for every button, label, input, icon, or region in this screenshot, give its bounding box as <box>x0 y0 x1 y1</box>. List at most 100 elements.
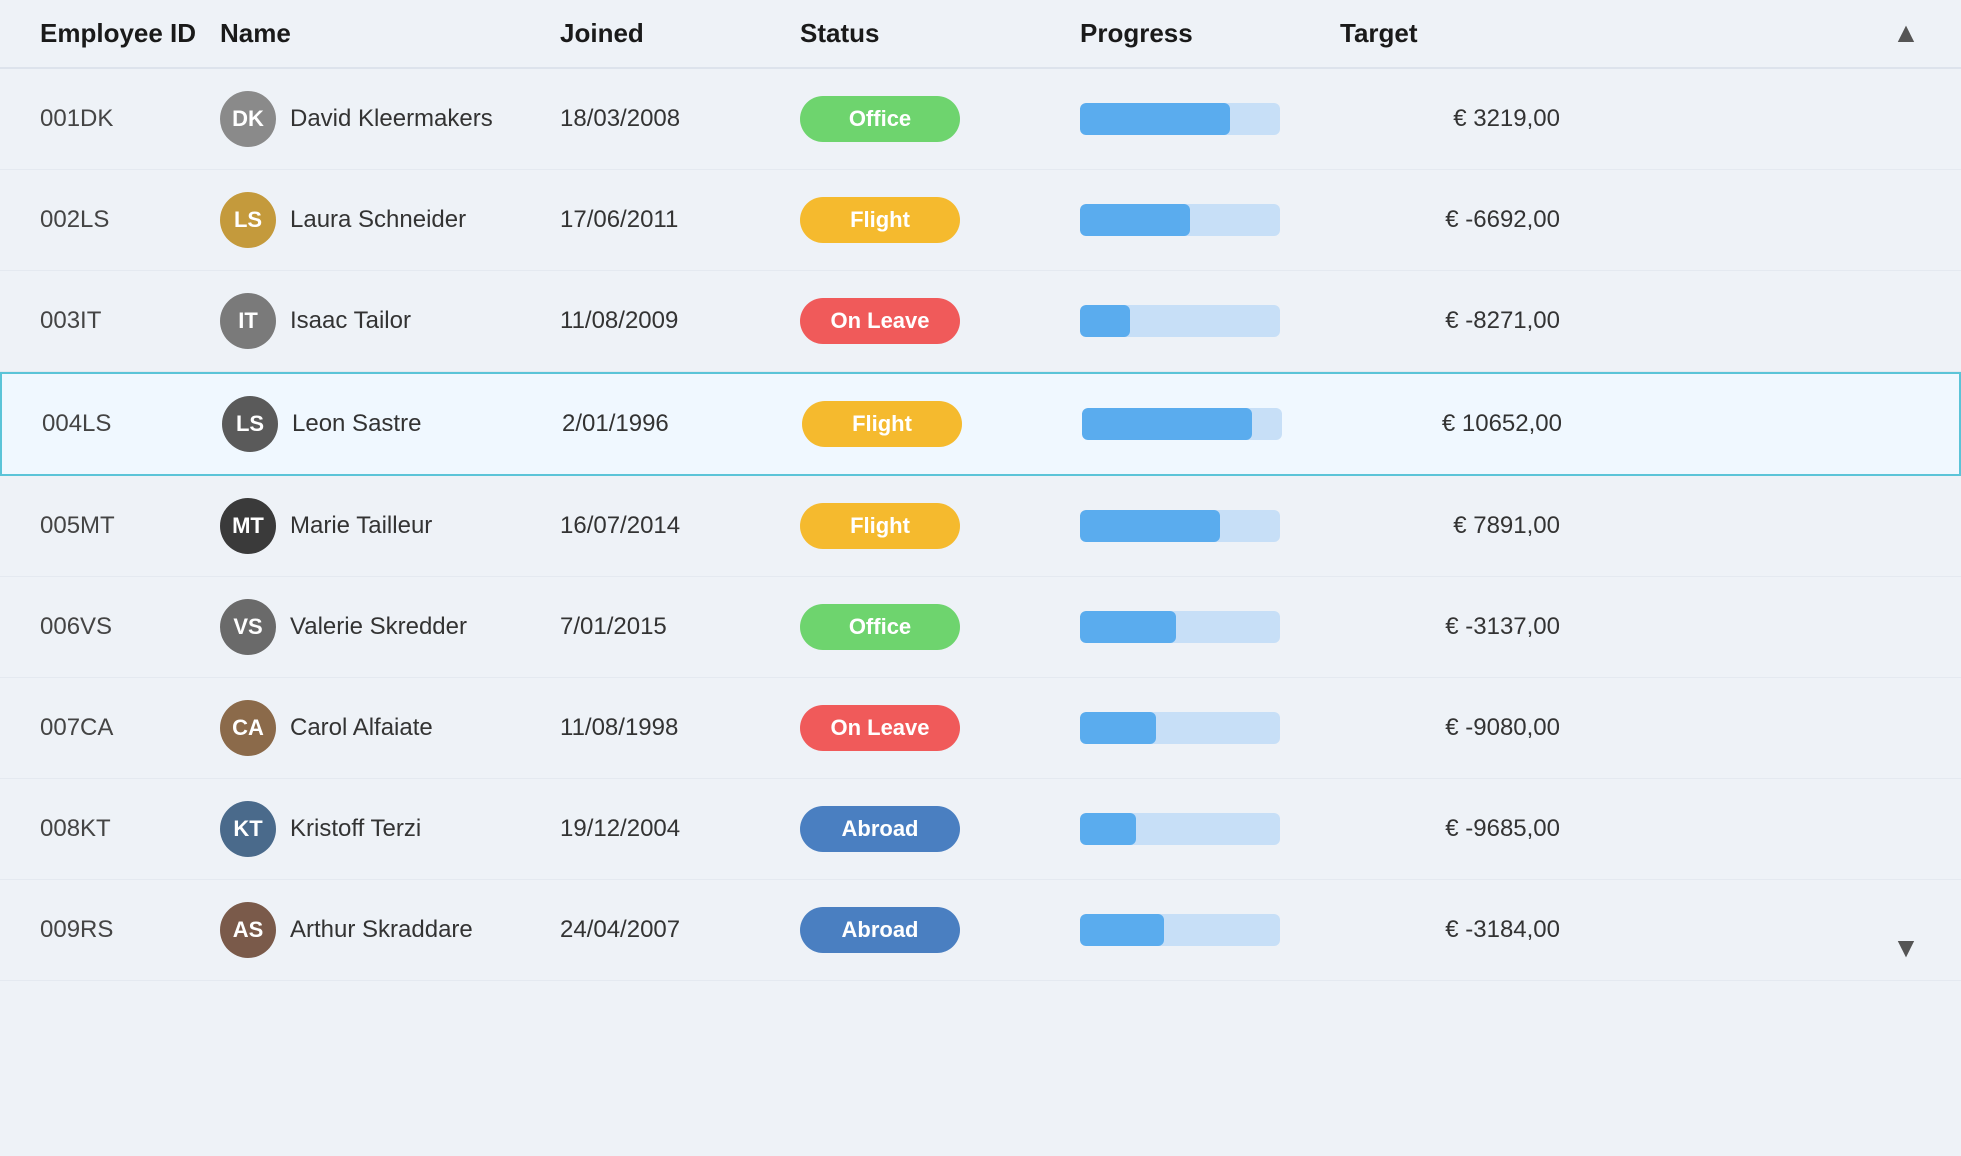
progress-bar-background <box>1080 712 1280 744</box>
progress-bar-fill <box>1080 204 1190 236</box>
progress-bar-background <box>1080 813 1280 845</box>
status-badge: Office <box>800 604 960 650</box>
employee-id: 007CA <box>40 714 220 742</box>
col-status: Status <box>800 18 1080 49</box>
progress-cell <box>1080 103 1340 135</box>
target-value: € 3219,00 <box>1340 105 1560 133</box>
progress-bar-fill <box>1080 611 1176 643</box>
status-cell: On Leave <box>800 298 1080 344</box>
target-value: € -8271,00 <box>1340 307 1560 335</box>
progress-cell <box>1080 611 1340 643</box>
joined-date: 24/04/2007 <box>560 916 800 944</box>
table-row[interactable]: 002LS LS Laura Schneider 17/06/2011 Flig… <box>0 170 1961 271</box>
employee-name: Carol Alfaiate <box>290 714 433 742</box>
table-row[interactable]: 004LS LS Leon Sastre 2/01/1996 Flight € … <box>0 372 1961 476</box>
col-name: Name <box>220 18 560 49</box>
employee-id: 003IT <box>40 307 220 335</box>
employee-id: 009RS <box>40 916 220 944</box>
avatar: AS <box>220 902 276 958</box>
status-cell: Office <box>800 604 1080 650</box>
joined-date: 2/01/1996 <box>562 410 802 438</box>
employee-name: Kristoff Terzi <box>290 815 421 843</box>
status-cell: Abroad <box>800 806 1080 852</box>
progress-bar-background <box>1080 204 1280 236</box>
status-badge: On Leave <box>800 298 960 344</box>
avatar: VS <box>220 599 276 655</box>
joined-date: 11/08/1998 <box>560 714 800 742</box>
joined-date: 7/01/2015 <box>560 613 800 641</box>
status-cell: Flight <box>802 401 1082 447</box>
employee-id: 006VS <box>40 613 220 641</box>
status-cell: On Leave <box>800 705 1080 751</box>
progress-bar-fill <box>1080 510 1220 542</box>
avatar: KT <box>220 801 276 857</box>
joined-date: 17/06/2011 <box>560 206 800 234</box>
progress-bar-fill <box>1082 408 1252 440</box>
progress-cell <box>1080 712 1340 744</box>
name-cell: DK David Kleermakers <box>220 91 560 147</box>
status-cell: Flight <box>800 197 1080 243</box>
progress-cell <box>1080 204 1340 236</box>
status-badge: Office <box>800 96 960 142</box>
joined-date: 19/12/2004 <box>560 815 800 843</box>
status-badge: Flight <box>802 401 962 447</box>
progress-cell <box>1080 813 1340 845</box>
employee-id: 001DK <box>40 105 220 133</box>
scroll-up-button[interactable]: ▲ <box>1881 8 1931 58</box>
employee-id: 002LS <box>40 206 220 234</box>
name-cell: VS Valerie Skredder <box>220 599 560 655</box>
target-value: € 7891,00 <box>1340 512 1560 540</box>
status-cell: Flight <box>800 503 1080 549</box>
status-badge: Flight <box>800 503 960 549</box>
table-body: 001DK DK David Kleermakers 18/03/2008 Of… <box>0 69 1961 981</box>
employee-name: Arthur Skraddare <box>290 916 473 944</box>
table-row[interactable]: 007CA CA Carol Alfaiate 11/08/1998 On Le… <box>0 678 1961 779</box>
name-cell: KT Kristoff Terzi <box>220 801 560 857</box>
progress-cell <box>1082 408 1342 440</box>
avatar: DK <box>220 91 276 147</box>
status-badge: On Leave <box>800 705 960 751</box>
col-target: Target <box>1340 18 1560 49</box>
progress-bar-background <box>1080 103 1280 135</box>
table-row[interactable]: 005MT MT Marie Tailleur 16/07/2014 Fligh… <box>0 476 1961 577</box>
progress-bar-fill <box>1080 712 1156 744</box>
progress-cell <box>1080 305 1340 337</box>
scroll-down-button[interactable]: ▼ <box>1881 923 1931 973</box>
progress-bar-background <box>1080 914 1280 946</box>
employee-id: 008KT <box>40 815 220 843</box>
name-cell: LS Leon Sastre <box>222 396 562 452</box>
employee-id: 004LS <box>42 410 222 438</box>
employee-name: Laura Schneider <box>290 206 466 234</box>
table-row[interactable]: 006VS VS Valerie Skredder 7/01/2015 Offi… <box>0 577 1961 678</box>
employee-id: 005MT <box>40 512 220 540</box>
target-value: € -3137,00 <box>1340 613 1560 641</box>
target-value: € -9080,00 <box>1340 714 1560 742</box>
table-row[interactable]: 003IT IT Isaac Tailor 11/08/2009 On Leav… <box>0 271 1961 372</box>
joined-date: 18/03/2008 <box>560 105 800 133</box>
avatar: LS <box>220 192 276 248</box>
progress-bar-fill <box>1080 103 1230 135</box>
table-row[interactable]: 008KT KT Kristoff Terzi 19/12/2004 Abroa… <box>0 779 1961 880</box>
table-row[interactable]: 009RS AS Arthur Skraddare 24/04/2007 Abr… <box>0 880 1961 981</box>
progress-bar-fill <box>1080 914 1164 946</box>
col-joined: Joined <box>560 18 800 49</box>
name-cell: MT Marie Tailleur <box>220 498 560 554</box>
progress-bar-background <box>1080 510 1280 542</box>
table-header: Employee ID Name Joined Status Progress … <box>0 0 1961 69</box>
progress-bar-background <box>1080 305 1280 337</box>
table-row[interactable]: 001DK DK David Kleermakers 18/03/2008 Of… <box>0 69 1961 170</box>
name-cell: AS Arthur Skraddare <box>220 902 560 958</box>
progress-bar-fill <box>1080 305 1130 337</box>
target-value: € 10652,00 <box>1342 410 1562 438</box>
joined-date: 16/07/2014 <box>560 512 800 540</box>
progress-cell <box>1080 914 1340 946</box>
name-cell: LS Laura Schneider <box>220 192 560 248</box>
name-cell: CA Carol Alfaiate <box>220 700 560 756</box>
target-value: € -6692,00 <box>1340 206 1560 234</box>
target-value: € -3184,00 <box>1340 916 1560 944</box>
status-cell: Abroad <box>800 907 1080 953</box>
avatar: MT <box>220 498 276 554</box>
employee-name: Isaac Tailor <box>290 307 411 335</box>
col-progress: Progress <box>1080 18 1340 49</box>
progress-bar-fill <box>1080 813 1136 845</box>
